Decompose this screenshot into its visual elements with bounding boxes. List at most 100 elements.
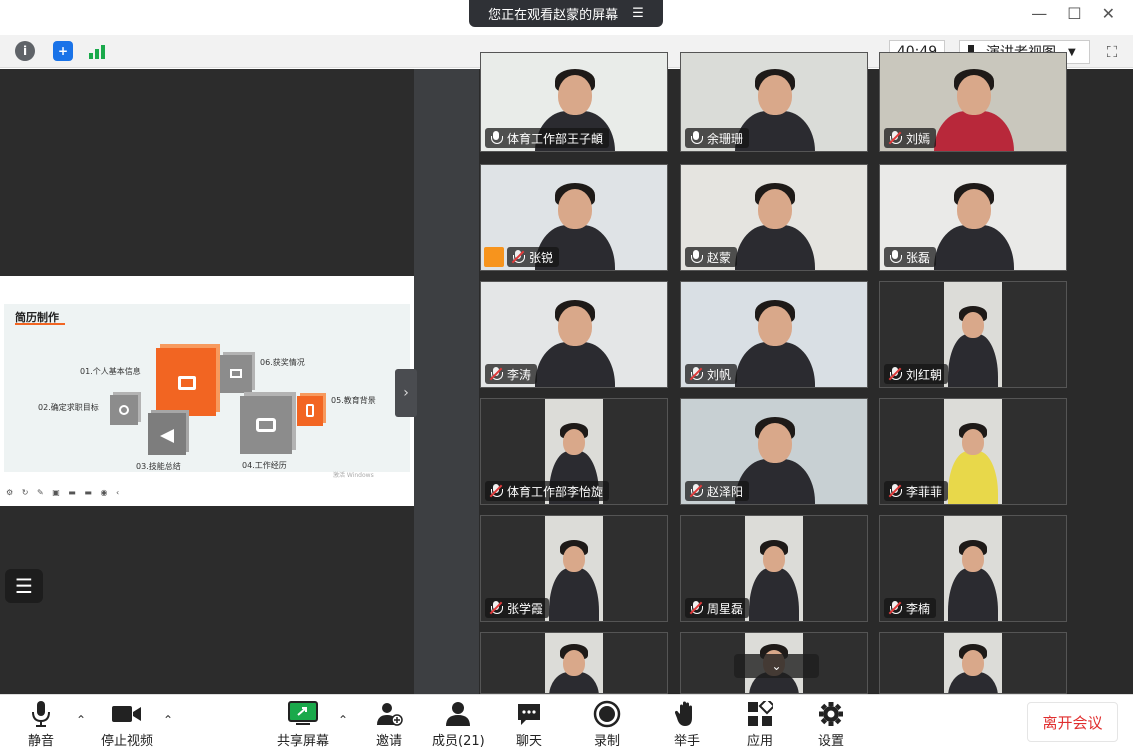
mute-options-caret[interactable]: ⌃ bbox=[76, 713, 86, 727]
mic-icon bbox=[489, 131, 503, 145]
participant-tile[interactable]: 李菲菲 bbox=[879, 398, 1067, 505]
person-face bbox=[563, 546, 585, 572]
cube-main bbox=[156, 348, 216, 416]
leave-meeting-button[interactable]: 离开会议 bbox=[1027, 702, 1118, 742]
target-icon bbox=[119, 405, 129, 415]
participant-name-tag: 李菲菲 bbox=[884, 481, 949, 501]
host-badge-icon bbox=[484, 247, 504, 267]
cube-goal bbox=[110, 395, 138, 425]
menu-icon[interactable]: ☰ bbox=[632, 6, 644, 21]
participant-tile[interactable]: 赵蒙 bbox=[680, 164, 868, 271]
stop-video-label: 停止视频 bbox=[101, 734, 154, 749]
mic-muted-icon bbox=[489, 367, 503, 381]
person-face bbox=[962, 429, 984, 455]
slide-item-5: 05.教育背景 bbox=[331, 396, 376, 405]
list-icon[interactable]: ☰ bbox=[5, 569, 43, 603]
participant-tile[interactable]: 周星磊 bbox=[680, 515, 868, 622]
slide-toolbar[interactable]: ⚙ ↻ ✎ ▣ ▬ ▬ ◉ ‹ bbox=[6, 488, 122, 497]
slide-item-4: 04.工作经历 bbox=[242, 461, 287, 470]
person-face bbox=[563, 429, 585, 455]
title-bar: 您正在观看赵蒙的屏幕 ☰ — ☐ ✕ bbox=[0, 0, 1133, 35]
monitor-icon bbox=[230, 369, 242, 378]
close-icon[interactable]: ✕ bbox=[1102, 4, 1115, 23]
person-face bbox=[957, 189, 991, 229]
mic-muted-icon bbox=[511, 250, 525, 264]
microphone-icon bbox=[26, 699, 56, 729]
stop-video-button[interactable]: 停止视频 bbox=[101, 699, 153, 749]
participant-tile[interactable]: 余珊珊 bbox=[680, 52, 868, 152]
participant-tile[interactable]: 刘红朝 bbox=[879, 281, 1067, 388]
scroll-down-button[interactable]: ⌄ bbox=[734, 654, 819, 678]
participant-tile[interactable]: 体育工作部李怡旋 bbox=[480, 398, 668, 505]
participant-tile[interactable]: 刘嫣 bbox=[879, 52, 1067, 152]
apps-label: 应用 bbox=[746, 734, 773, 749]
hand-icon bbox=[672, 699, 702, 729]
members-label: 成员(21) bbox=[432, 734, 485, 749]
settings-button[interactable]: 设置 bbox=[816, 699, 846, 749]
mic-muted-icon bbox=[689, 484, 703, 498]
info-icon[interactable]: i bbox=[15, 41, 35, 61]
participant-name: 李涛 bbox=[507, 367, 532, 382]
mic-muted-icon bbox=[689, 367, 703, 381]
participant-tile[interactable]: 刘帆 bbox=[680, 281, 868, 388]
participant-name: 李菲菲 bbox=[906, 484, 943, 499]
minimize-icon[interactable]: — bbox=[1031, 4, 1047, 23]
share-options-caret[interactable]: ⌃ bbox=[338, 713, 348, 727]
mute-button[interactable]: 静音 bbox=[26, 699, 56, 749]
invite-button[interactable]: 邀请 bbox=[374, 699, 404, 749]
shield-icon[interactable]: + bbox=[53, 41, 73, 61]
slide-item-3: 03.技能总结 bbox=[136, 462, 181, 471]
participant-tile[interactable]: 体育工作部王子頔 bbox=[480, 52, 668, 152]
mic-muted-icon bbox=[689, 601, 703, 615]
participant-name-tag: 李涛 bbox=[485, 364, 538, 384]
participant-name-tag: 赵泽阳 bbox=[685, 481, 750, 501]
raise-hand-button[interactable]: 举手 bbox=[672, 699, 702, 749]
fullscreen-icon[interactable]: ⛶ bbox=[1101, 41, 1123, 63]
person-face bbox=[558, 189, 592, 229]
mic-muted-icon bbox=[888, 601, 902, 615]
members-icon bbox=[443, 699, 473, 729]
participant-tile[interactable]: 张学霞 bbox=[480, 515, 668, 622]
slide-item-2: 02.确定求职目标 bbox=[38, 403, 99, 412]
person-face bbox=[758, 75, 792, 115]
signal-icon[interactable] bbox=[89, 43, 109, 59]
mute-label: 静音 bbox=[27, 734, 54, 749]
participant-name-tag: 体育工作部王子頔 bbox=[485, 128, 610, 148]
participant-name: 余珊珊 bbox=[707, 131, 744, 146]
participant-name-tag: 余珊珊 bbox=[685, 128, 750, 148]
meeting-window: 您正在观看赵蒙的屏幕 ☰ — ☐ ✕ i + 40:49 演讲者视图 ▼ ⛶ ⚙… bbox=[0, 0, 1133, 755]
phone-icon bbox=[306, 404, 314, 417]
participant-tile[interactable]: 张磊 bbox=[879, 164, 1067, 271]
slide-item-1: 01.个人基本信息 bbox=[80, 367, 141, 376]
participant-name: 周星磊 bbox=[707, 601, 744, 616]
participant-tile[interactable]: 张锐 bbox=[480, 164, 668, 271]
megaphone-icon bbox=[160, 429, 174, 443]
participant-tile[interactable] bbox=[480, 632, 668, 694]
video-options-caret[interactable]: ⌃ bbox=[163, 713, 173, 727]
participant-name: 刘红朝 bbox=[906, 367, 943, 382]
members-button[interactable]: 成员(21) bbox=[432, 699, 485, 749]
mic-icon bbox=[689, 250, 703, 264]
chat-button[interactable]: 聊天 bbox=[514, 699, 544, 749]
participant-tile[interactable]: 赵泽阳 bbox=[680, 398, 868, 505]
share-screen-button[interactable]: 共享屏幕 bbox=[277, 699, 329, 749]
participant-name-tag: 张锐 bbox=[507, 247, 560, 267]
slide-item-6: 06.获奖情况 bbox=[260, 358, 305, 367]
person-face bbox=[558, 75, 592, 115]
maximize-icon[interactable]: ☐ bbox=[1067, 4, 1081, 23]
apps-button[interactable]: 应用 bbox=[745, 699, 775, 749]
windows-watermark: 激活 Windows bbox=[333, 472, 374, 479]
cube-edu bbox=[297, 396, 323, 426]
mic-icon bbox=[689, 131, 703, 145]
participant-tile[interactable]: 李涛 bbox=[480, 281, 668, 388]
participant-name: 赵蒙 bbox=[707, 250, 732, 265]
participant-tile[interactable] bbox=[879, 632, 1067, 694]
slide-title-underline bbox=[15, 323, 65, 325]
participant-name: 李楠 bbox=[906, 601, 931, 616]
add-user-icon bbox=[374, 699, 404, 729]
record-button[interactable]: 录制 bbox=[592, 699, 622, 749]
participant-name-tag: 周星磊 bbox=[685, 598, 750, 618]
participant-tile[interactable]: 李楠 bbox=[879, 515, 1067, 622]
screen-share-banner[interactable]: 您正在观看赵蒙的屏幕 ☰ bbox=[469, 0, 663, 27]
collapse-panel-button[interactable]: › bbox=[395, 369, 417, 417]
